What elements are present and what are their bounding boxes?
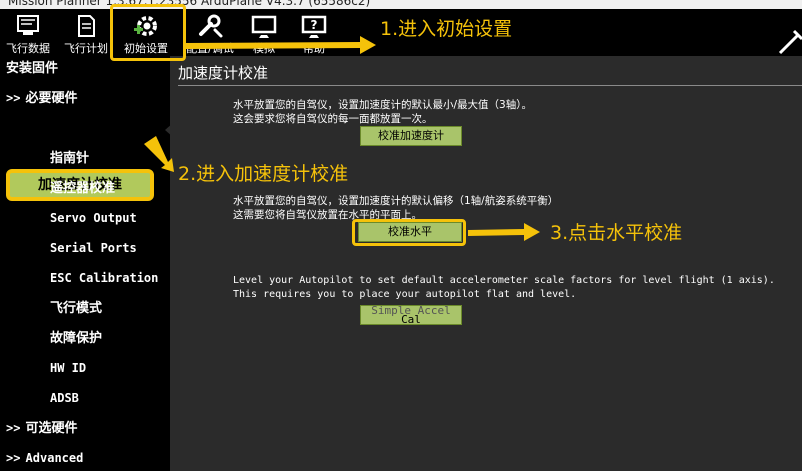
arrow-step2-icon (144, 136, 174, 172)
arrow-step1-icon (186, 36, 376, 54)
annotation-step1: 1.进入初始设置 (380, 18, 513, 40)
annotation-step2: 2.进入加速度计校准 (178, 163, 349, 185)
arrow-step3-icon (468, 223, 540, 241)
annotation-step3: 3.点击水平校准 (550, 222, 683, 244)
